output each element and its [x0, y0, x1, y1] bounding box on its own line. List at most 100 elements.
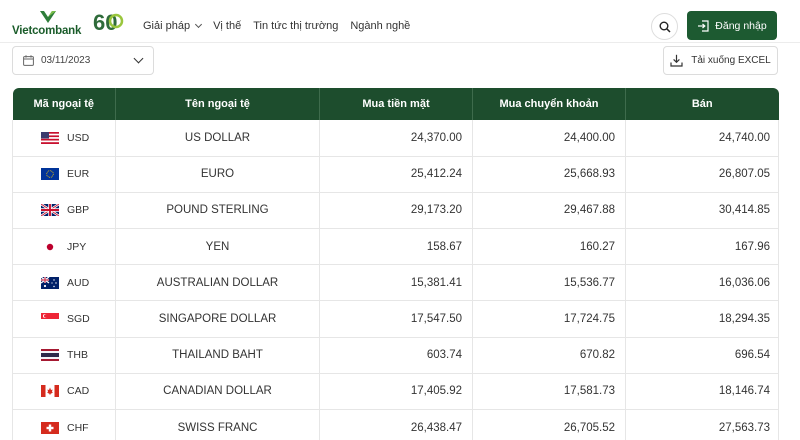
cell-sell: 167.96 [625, 228, 779, 266]
nav-item-tin-tuc[interactable]: Tin tức thị trường [253, 20, 338, 32]
cell-currency-name: AUSTRALIAN DOLLAR [115, 264, 320, 302]
table-row: CAD CANADIAN DOLLAR 17,405.92 17,581.73 18,1… [12, 373, 779, 411]
table-row: EUR EURO 25,412.24 25,668.93 26,807.05 [12, 156, 779, 193]
cell-sell: 30,414.85 [625, 192, 779, 230]
cell-sell: 18,294.35 [625, 300, 779, 338]
cell-currency-code: GBP [12, 192, 116, 230]
date-picker[interactable]: 03/11/2023 [12, 46, 154, 75]
cell-transfer-buy: 24,400.00 [472, 120, 626, 157]
currency-code: USD [67, 131, 90, 144]
chevron-down-icon [133, 53, 144, 64]
nav-item-nganh-nghe[interactable]: Ngành nghề [350, 20, 410, 32]
download-icon [670, 54, 683, 67]
cell-currency-name: SINGAPORE DOLLAR [115, 300, 320, 338]
cell-transfer-buy: 29,467.88 [472, 192, 626, 230]
currency-code: THB [67, 349, 88, 362]
col-header-transfer-buy: Mua chuyển khoản [472, 88, 626, 120]
download-excel-button[interactable]: Tải xuống EXCEL [663, 46, 778, 75]
table-row: USD US DOLLAR 24,370.00 24,400.00 24,740.00 [12, 120, 779, 157]
currency-code: CAD [67, 385, 90, 398]
cell-currency-code: EUR [12, 156, 116, 193]
download-label: Tải xuống EXCEL [691, 55, 771, 66]
cell-transfer-buy: 17,581.73 [472, 373, 626, 411]
cell-cash-buy: 603.74 [319, 337, 473, 374]
cell-cash-buy: 17,547.50 [319, 300, 473, 338]
cell-currency-code: CAD [12, 373, 116, 411]
cell-cash-buy: 26,438.47 [319, 409, 473, 440]
cell-currency-name: US DOLLAR [115, 120, 320, 157]
table-header-row: Mã ngoại tệ Tên ngoại tệ Mua tiền mặt Mu… [12, 88, 779, 120]
cell-currency-name: THAILAND BAHT [115, 337, 320, 374]
logo-mark-icon [40, 11, 56, 23]
site-header: Vietcombank 60 Giải pháp Vị thế Tin tức … [0, 0, 800, 52]
table-row: JPY YEN 158.67 160.27 167.96 [12, 228, 779, 266]
cell-currency-name: CANADIAN DOLLAR [115, 373, 320, 411]
col-header-cash-buy: Mua tiền mặt [319, 88, 473, 120]
cell-currency-code: JPY [12, 228, 116, 266]
cell-sell: 18,146.74 [625, 373, 779, 411]
cell-currency-code: CHF [12, 409, 116, 440]
login-button[interactable]: Đăng nhập [687, 11, 777, 40]
cell-sell: 16,036.06 [625, 264, 779, 302]
currency-code: SGD [67, 313, 90, 326]
anniversary-number: 60 [93, 10, 117, 35]
col-header-code: Mã ngoại tệ [12, 88, 116, 120]
cell-currency-name: SWISS FRANC [115, 409, 320, 440]
main-nav: Giải pháp Vị thế Tin tức thị trường Ngàn… [143, 20, 410, 32]
cell-cash-buy: 158.67 [319, 228, 473, 266]
currency-code: JPY [67, 240, 87, 253]
table-row: THB THAILAND BAHT 603.74 670.82 696.54 [12, 337, 779, 374]
chevron-down-icon [195, 20, 203, 29]
table-row: AUD AUSTRALIAN DOLLAR 15,381.41 15,536.77 16… [12, 264, 779, 302]
login-label: Đăng nhập [715, 19, 767, 32]
gb-flag-icon [41, 204, 59, 217]
nav-item-vi-the[interactable]: Vị thế [213, 20, 241, 32]
cell-currency-code: THB [12, 337, 116, 374]
cell-cash-buy: 17,405.92 [319, 373, 473, 411]
cell-currency-code: USD [12, 120, 116, 157]
cell-transfer-buy: 26,705.52 [472, 409, 626, 440]
search-button[interactable] [651, 13, 678, 40]
currency-code: GBP [67, 204, 90, 217]
nav-label: Ngành nghề [350, 20, 411, 32]
exchange-rate-table: Mã ngoại tệ Tên ngoại tệ Mua tiền mặt Mu… [12, 88, 779, 440]
cell-transfer-buy: 17,724.75 [472, 300, 626, 338]
cell-currency-name: POUND STERLING [115, 192, 320, 230]
col-header-name: Tên ngoại tệ [115, 88, 320, 120]
cell-sell: 696.54 [625, 337, 779, 374]
au-flag-icon [41, 276, 59, 289]
calendar-icon [23, 55, 34, 66]
table-row: GBP POUND STERLING 29,173.20 29,467.88 30,41… [12, 192, 779, 230]
cell-sell: 24,740.00 [625, 120, 779, 157]
cell-currency-code: SGD [12, 300, 116, 338]
eu-flag-icon [41, 168, 59, 181]
ch-flag-icon [41, 421, 59, 434]
login-icon [698, 19, 709, 32]
cell-cash-buy: 15,381.41 [319, 264, 473, 302]
th-flag-icon [41, 349, 59, 362]
cell-transfer-buy: 25,668.93 [472, 156, 626, 193]
nav-item-giai-phap[interactable]: Giải pháp [143, 20, 203, 32]
cell-sell: 27,563.73 [625, 409, 779, 440]
cell-currency-name: EURO [115, 156, 320, 193]
table-row: CHF SWISS FRANC 26,438.47 26,705.52 27,563.7… [12, 409, 779, 440]
cell-cash-buy: 29,173.20 [319, 192, 473, 230]
currency-code: AUD [67, 276, 90, 289]
ca-flag-icon [41, 385, 59, 398]
col-header-sell: Bán [691, 98, 713, 110]
jp-flag-icon [41, 240, 59, 253]
brand-name: Vietcombank [12, 25, 82, 37]
cell-currency-name: YEN [115, 228, 320, 266]
date-value: 03/11/2023 [41, 55, 91, 66]
cell-currency-code: AUD [12, 264, 116, 302]
cell-transfer-buy: 160.27 [472, 228, 626, 266]
header-divider [0, 42, 800, 43]
nav-label: Tin tức thị trường [253, 20, 339, 32]
anniversary-60-logo: 60 [93, 10, 124, 35]
nav-label: Vị thế [213, 20, 242, 32]
cell-cash-buy: 25,412.24 [319, 156, 473, 193]
vietcombank-logo[interactable]: Vietcombank [12, 10, 84, 40]
table-row: SGD SINGAPORE DOLLAR 17,547.50 17,724.75 18,… [12, 300, 779, 338]
sg-flag-icon [41, 313, 59, 326]
currency-code: CHF [67, 421, 89, 434]
